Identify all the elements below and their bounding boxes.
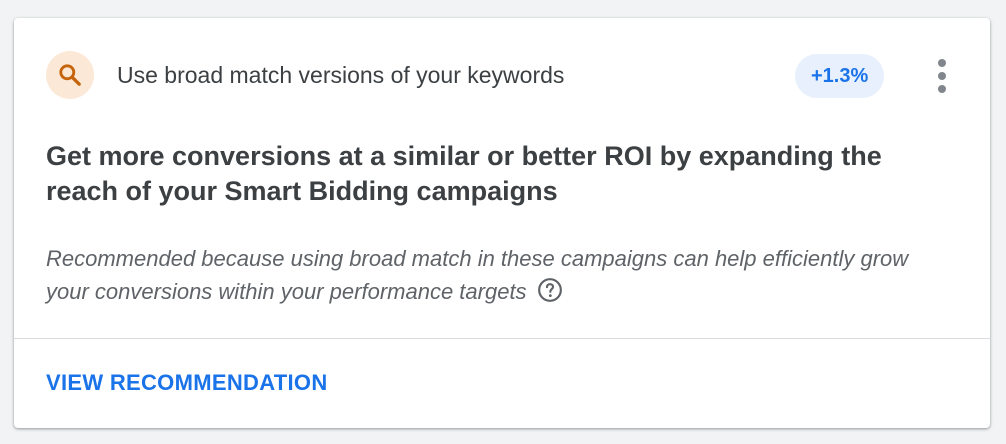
recommendation-title: Use broad match versions of your keyword… (117, 62, 565, 88)
card-header: Use broad match versions of your keyword… (46, 51, 960, 101)
search-icon-container (46, 51, 94, 99)
recommendation-card: Use broad match versions of your keyword… (14, 18, 990, 428)
more-vert-icon (938, 59, 946, 67)
search-icon (59, 64, 81, 86)
help-circle-icon[interactable] (537, 277, 563, 303)
view-recommendation-button[interactable]: VIEW RECOMMENDATION (46, 370, 328, 396)
reason-text: Recommended because using broad match in… (46, 246, 909, 304)
more-options-button[interactable] (924, 52, 960, 100)
more-vert-icon-dot (938, 85, 946, 93)
recommendation-reason: Recommended because using broad match in… (46, 242, 956, 308)
score-uplift-badge: +1.3% (795, 54, 885, 98)
card-divider (14, 338, 990, 339)
recommendation-headline: Get more conversions at a similar or bet… (46, 141, 882, 206)
more-vert-icon-dot (938, 72, 946, 80)
